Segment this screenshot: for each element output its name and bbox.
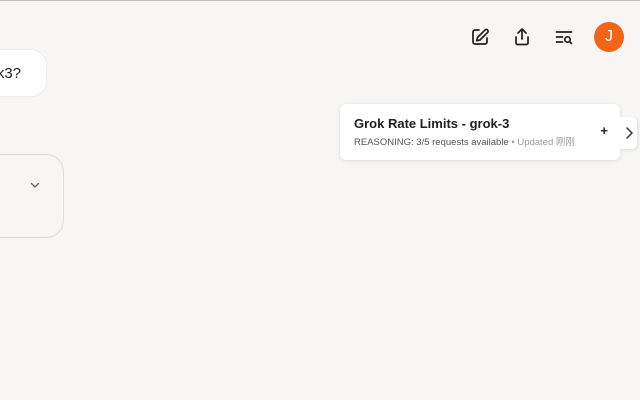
user-message-bubble: k3? (0, 49, 47, 97)
rate-limits-separator: • (511, 137, 515, 148)
collapsed-response-panel (0, 154, 64, 238)
chevron-down-icon[interactable] (29, 179, 41, 191)
rate-limits-title: Grok Rate Limits - grok-3 (354, 116, 510, 131)
chevron-right-icon (625, 127, 633, 139)
new-chat-button[interactable] (464, 21, 496, 53)
rate-limits-updated: Updated 刚刚 (517, 137, 575, 148)
chat-page: J k3? Grok Rate Limits - grok-3 REASONIN… (0, 0, 640, 400)
user-avatar[interactable]: J (594, 22, 624, 52)
edit-icon (472, 28, 489, 45)
search-history-icon (555, 31, 573, 45)
rate-limits-status: REASONING: 3/5 requests available • Upda… (354, 137, 606, 149)
rate-limits-card: Grok Rate Limits - grok-3 REASONING: 3/5… (340, 104, 620, 160)
rate-limits-mode: REASONING: (354, 137, 414, 148)
rate-limits-requests: 3/5 requests available (416, 137, 509, 148)
history-search-button[interactable] (548, 21, 580, 53)
avatar-initial: J (605, 28, 613, 45)
share-icon (515, 28, 529, 46)
rate-limits-toggle-tab[interactable] (620, 117, 637, 149)
user-message-text: k3? (0, 64, 21, 82)
rate-limits-add-button[interactable]: + (600, 123, 608, 139)
share-button[interactable] (506, 21, 538, 53)
top-toolbar: J (454, 21, 624, 53)
